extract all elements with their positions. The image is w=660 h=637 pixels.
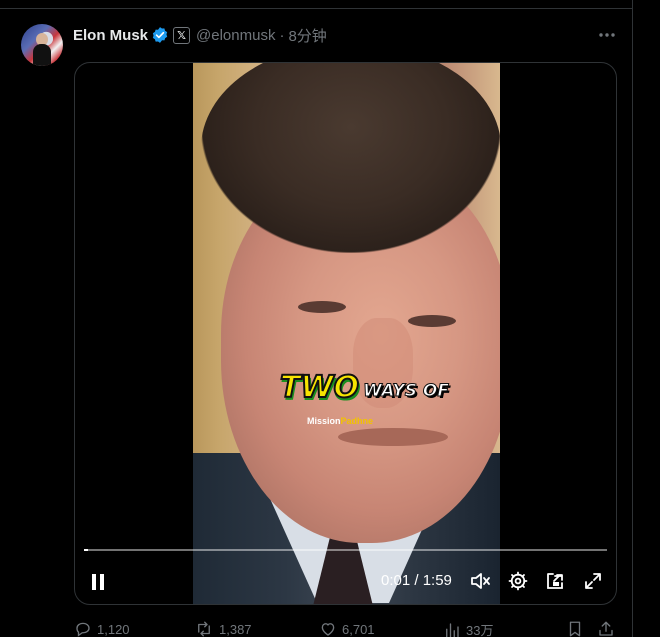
x-affiliation-badge-icon[interactable]: 𝕏 [173, 26, 191, 44]
video-eye-left [298, 301, 346, 313]
timeline-right-border [632, 0, 633, 637]
video-time: 0:01 / 1:59 [381, 572, 452, 589]
views-chart-icon [446, 622, 459, 637]
mute-icon[interactable] [469, 570, 491, 592]
share-button[interactable] [597, 620, 620, 637]
video-progress-bar[interactable] [84, 549, 607, 551]
bookmark-button[interactable] [566, 620, 589, 637]
more-options-icon[interactable] [596, 25, 618, 45]
author-avatar[interactable] [21, 24, 63, 66]
repost-icon [198, 621, 210, 637]
reply-count: 1,120 [97, 621, 130, 637]
caption-highlight: TWO [279, 369, 360, 406]
tweet-timestamp[interactable]: 8分钟 [288, 25, 326, 46]
video-caption: TWO WAYS OF [279, 369, 450, 406]
pause-icon[interactable] [87, 571, 109, 593]
header-separator: · [279, 26, 285, 44]
tweet-actions-bar: 1,120 1,387 6,701 33万 [74, 620, 620, 637]
picture-in-picture-icon[interactable] [544, 570, 566, 592]
video-watermark: MissionPadhne [307, 416, 373, 426]
tweet-header: Elon Musk 𝕏 @elonmusk · 8分钟 [73, 25, 327, 45]
caption-text: WAYS OF [363, 381, 450, 402]
video-hair [201, 63, 500, 253]
share-icon [599, 621, 613, 636]
author-name[interactable]: Elon Musk [73, 27, 148, 44]
bookmark-icon [569, 621, 581, 637]
avatar-body [33, 44, 51, 66]
reply-icon [76, 622, 90, 637]
watermark-part-2: Padhne [340, 416, 374, 426]
settings-gear-icon[interactable] [507, 570, 529, 592]
like-button[interactable]: 6,701 [319, 620, 375, 637]
video-frame [193, 63, 500, 604]
reply-button[interactable]: 1,120 [74, 620, 130, 637]
fullscreen-icon[interactable] [582, 570, 604, 592]
video-mouth [338, 428, 448, 446]
video-player[interactable]: TWO WAYS OF MissionPadhne 0:01 / 1:59 [74, 62, 617, 605]
like-count: 6,701 [342, 621, 375, 637]
author-handle[interactable]: @elonmusk [196, 27, 275, 44]
video-progress-fill [84, 549, 89, 551]
watermark-part-1: Mission [307, 416, 341, 426]
view-count: 33万 [466, 623, 494, 637]
video-eye-right [408, 315, 456, 327]
views-button[interactable]: 33万 [443, 620, 493, 637]
verified-badge-icon[interactable] [151, 26, 169, 44]
repost-count: 1,387 [219, 621, 252, 637]
heart-icon [321, 623, 335, 636]
top-divider [0, 0, 633, 9]
repost-button[interactable]: 1,387 [194, 620, 252, 637]
